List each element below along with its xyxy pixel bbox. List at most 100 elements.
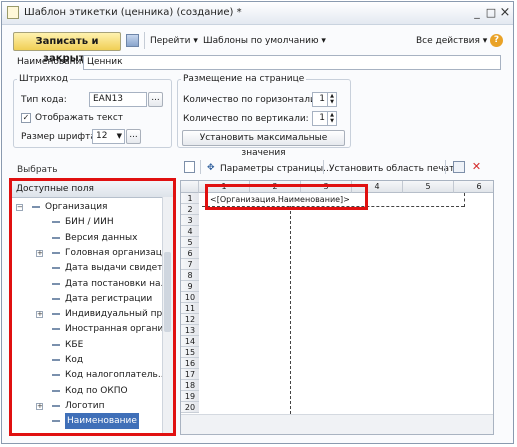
row-header[interactable]: 6 [181, 248, 199, 259]
vertical-count-field[interactable]: 1 ▲ ▼ [312, 111, 337, 126]
chevron-down-icon[interactable]: ▼ [117, 130, 122, 143]
field-item[interactable]: Дата регистрации [12, 291, 167, 307]
help-icon[interactable]: ? [490, 34, 503, 47]
default-templates-menu[interactable]: Шаблоны по умолчанию ▾ [203, 36, 326, 46]
row-header[interactable]: 18 [181, 380, 199, 391]
field-item[interactable]: Код [12, 352, 167, 368]
clear-print-area-icon[interactable]: ✕ [470, 160, 483, 173]
field-item[interactable]: + Логотип [12, 398, 167, 414]
row-header[interactable]: 19 [181, 391, 199, 402]
row-header[interactable]: 8 [181, 270, 199, 281]
field-item-label: Головная организац... [65, 247, 171, 258]
set-print-area-button[interactable]: Установить область печати [329, 164, 460, 174]
field-icon [52, 313, 60, 316]
field-icon [52, 236, 60, 239]
row-header[interactable]: 16 [181, 358, 199, 369]
field-item-label: Дата выдачи свидет... [65, 263, 172, 274]
row-header[interactable]: 15 [181, 347, 199, 358]
horizontal-count-field[interactable]: 1 ▲ ▼ [312, 92, 337, 107]
row-header[interactable]: 9 [181, 281, 199, 292]
row-header[interactable]: 2 [181, 204, 199, 215]
page-params-icon: ✥ [207, 163, 215, 173]
field-item-label: Код по ОКПО [65, 385, 128, 396]
field-item-label: Код налогоплатель... [65, 370, 167, 381]
scrollbar-thumb[interactable] [164, 252, 171, 332]
available-fields-header: Доступные поля [12, 181, 173, 198]
sheet-corner[interactable] [181, 181, 199, 193]
row-header[interactable]: 1 [181, 193, 199, 204]
name-field[interactable]: Ценник [83, 55, 501, 70]
field-icon [52, 404, 60, 407]
spreadsheet[interactable]: 123456 1 2 3 4 5 6 7 8 9 10 11 12 13 14 15 16 17 18 19 20 <… [180, 180, 494, 435]
field-item[interactable]: Код налогоплатель... [12, 367, 167, 383]
set-print-area-icon[interactable] [453, 161, 465, 173]
field-icon [52, 359, 60, 361]
row-header[interactable]: 5 [181, 237, 199, 248]
name-label: Наименование: [17, 57, 90, 67]
save-icon[interactable] [126, 34, 139, 47]
page-params-button[interactable]: Параметры страницы... [220, 164, 332, 174]
row-header[interactable]: 11 [181, 303, 199, 314]
field-item-label: Версия данных [65, 232, 138, 243]
field-item[interactable]: + Головная организац... [12, 245, 171, 261]
field-item-label: Дата регистрации [65, 293, 153, 304]
field-item[interactable]: Версия данных [12, 230, 167, 246]
row-header[interactable]: 7 [181, 259, 199, 270]
field-item[interactable]: + Индивидуальный пр... [12, 306, 171, 322]
row-header[interactable]: 14 [181, 336, 199, 347]
horizontal-count-label: Количество по горизонтали: [183, 95, 319, 105]
field-icon [52, 221, 60, 224]
vertical-count-value: 1 [319, 113, 325, 123]
expand-icon[interactable]: + [36, 402, 43, 410]
column-header[interactable]: 6 [454, 181, 493, 193]
field-item[interactable]: Дата постановки на... [12, 276, 169, 292]
preview-icon[interactable] [184, 161, 195, 173]
field-item[interactable]: БИН / ИИН [12, 214, 167, 230]
field-item[interactable]: − Организация [12, 199, 167, 215]
expand-icon[interactable]: + [36, 311, 43, 319]
code-type-select-button[interactable]: ... [148, 92, 163, 107]
font-size-label: Размер шрифта: [21, 132, 99, 142]
minimize-button[interactable]: _ [470, 6, 484, 20]
toolbar-divider [445, 160, 446, 174]
row-header[interactable]: 13 [181, 325, 199, 336]
set-max-values-button[interactable]: Установить максимальные значения [182, 130, 345, 158]
title-bar: Шаблон этикетки (ценника) (создание) * _… [2, 2, 513, 25]
expand-icon[interactable]: + [36, 249, 43, 257]
row-header[interactable]: 20 [181, 402, 199, 413]
row-header[interactable]: 12 [181, 314, 199, 325]
write-and-close-button[interactable]: Записать и закрыть [13, 32, 121, 64]
font-size-field[interactable]: 12 ▼ [92, 129, 125, 144]
close-button[interactable]: × [498, 6, 512, 20]
field-item-label: Иностранная органи... [65, 324, 172, 335]
select-link[interactable]: Выбрать [17, 165, 58, 175]
field-icon [52, 389, 60, 392]
scrollbar[interactable] [162, 197, 173, 433]
row-header[interactable]: 3 [181, 215, 199, 226]
column-header[interactable]: 5 [403, 181, 454, 193]
font-size-select-button[interactable]: ... [126, 129, 141, 144]
field-item[interactable]: Иностранная органи... [12, 321, 172, 337]
show-text-checkbox[interactable]: ✓ [21, 113, 31, 123]
horizontal-scrollbar[interactable] [181, 414, 493, 434]
spinner-icon[interactable]: ▲ ▼ [327, 93, 336, 106]
goto-menu[interactable]: Перейти ▾ [150, 36, 198, 46]
collapse-icon[interactable]: − [16, 204, 23, 211]
code-type-label: Тип кода: [21, 95, 67, 105]
placement-group-title: Размещение на странице [181, 74, 307, 84]
row-header[interactable]: 4 [181, 226, 199, 237]
field-item[interactable]: Дата выдачи свидет... [12, 260, 171, 276]
field-item-label: БИН / ИИН [65, 217, 114, 228]
field-item[interactable]: Код по ОКПО [12, 383, 167, 399]
code-type-field[interactable]: EAN13 [89, 92, 147, 107]
field-item-label: Код [65, 355, 84, 365]
field-item[interactable]: Наименование [12, 413, 167, 430]
all-actions-menu[interactable]: Все действия ▾ [416, 36, 487, 46]
row-header[interactable]: 10 [181, 292, 199, 303]
field-item[interactable]: КБЕ [12, 337, 167, 353]
maximize-button[interactable]: □ [484, 6, 498, 20]
row-header[interactable]: 17 [181, 369, 199, 380]
spinner-icon[interactable]: ▲ ▼ [327, 112, 336, 125]
field-item-label: КБЕ [65, 339, 84, 350]
field-icon [52, 343, 60, 346]
